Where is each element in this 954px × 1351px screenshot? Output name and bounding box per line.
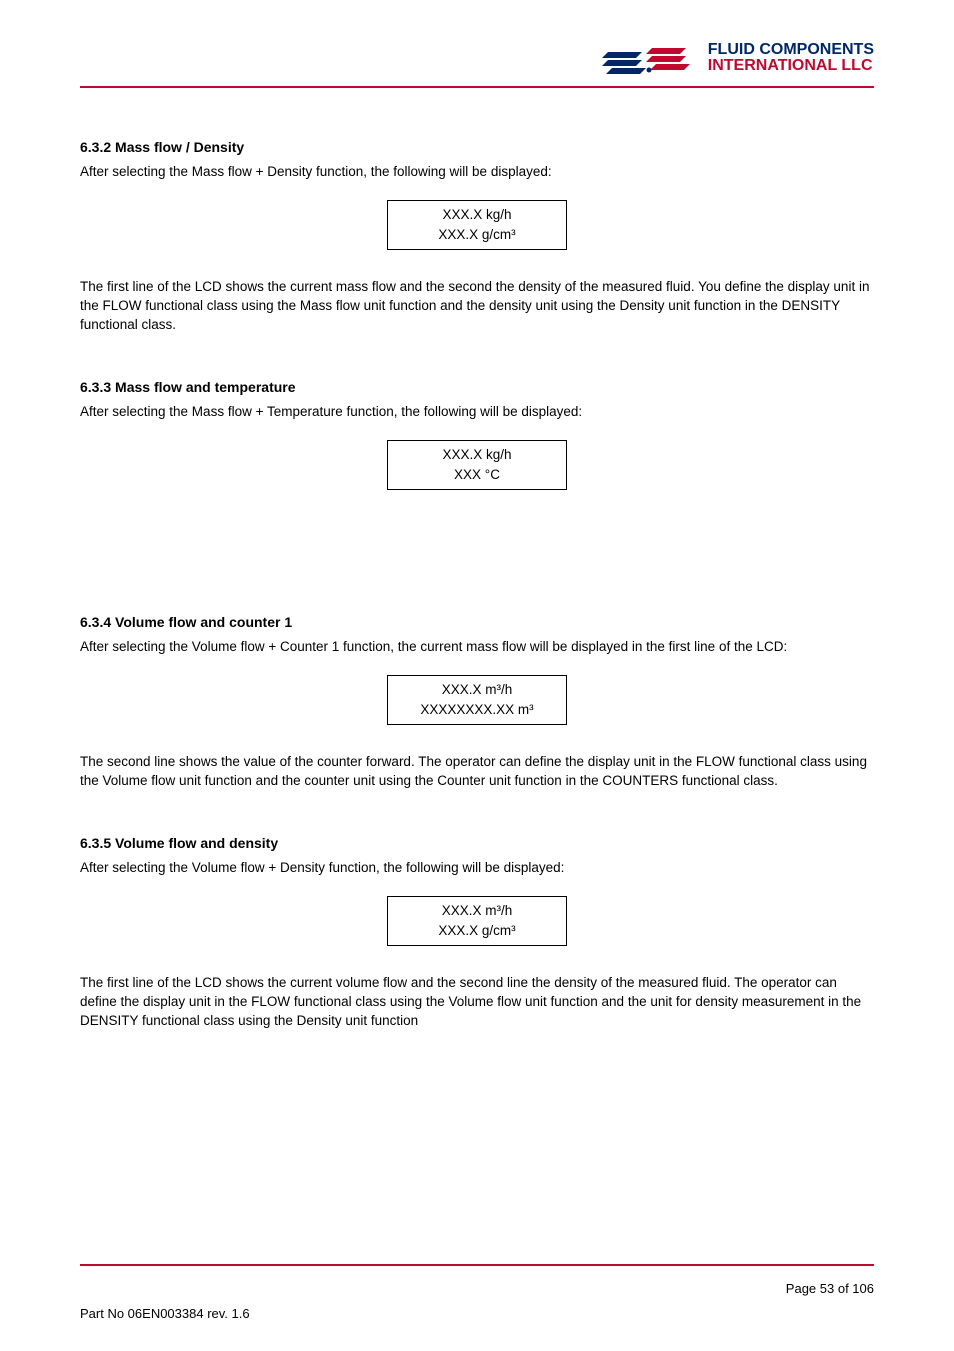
content: 6.3.2 Mass flow / Density After selectin…	[80, 138, 874, 1031]
section3-desc: The second line shows the value of the c…	[80, 753, 874, 791]
display-box-3: XXX.X m³/h XXXXXXXX.XX m³	[387, 675, 567, 725]
section1-desc: The first line of the LCD shows the curr…	[80, 278, 874, 335]
footer-divider	[80, 1264, 874, 1266]
section3-intro: After selecting the Volume flow + Counte…	[80, 638, 874, 657]
section4-desc: The first line of the LCD shows the curr…	[80, 974, 874, 1031]
section-heading-4: 6.3.5 Volume flow and density	[80, 834, 874, 853]
fci-logo-icon	[602, 40, 702, 76]
display-4-line2: XXX.X g/cm³	[388, 921, 566, 941]
section-heading-2: 6.3.3 Mass flow and temperature	[80, 378, 874, 397]
display-3-line1: XXX.X m³/h	[388, 680, 566, 700]
display-box-1: XXX.X kg/h XXX.X g/cm³	[387, 200, 567, 250]
section4-intro: After selecting the Volume flow + Densit…	[80, 859, 874, 878]
section-heading-3: 6.3.4 Volume flow and counter 1	[80, 613, 874, 632]
section-heading-1: 6.3.2 Mass flow / Density	[80, 138, 874, 157]
display-2-line1: XXX.X kg/h	[388, 445, 566, 465]
display-4-line1: XXX.X m³/h	[388, 901, 566, 921]
logo-line1: FLUID COMPONENTS	[708, 42, 874, 58]
display-1-line1: XXX.X kg/h	[388, 205, 566, 225]
display-box-4: XXX.X m³/h XXX.X g/cm³	[387, 896, 567, 946]
part-number: Part No 06EN003384 rev. 1.6	[80, 1306, 250, 1321]
display-2-line2: XXX °C	[388, 465, 566, 485]
header-divider	[80, 86, 874, 88]
page-number: Page 53 of 106	[786, 1281, 874, 1296]
section1-intro: After selecting the Mass flow + Density …	[80, 163, 874, 182]
logo: FLUID COMPONENTS INTERNATIONAL LLC	[602, 40, 874, 76]
display-box-2: XXX.X kg/h XXX °C	[387, 440, 567, 490]
logo-line2: INTERNATIONAL LLC	[708, 58, 874, 74]
header: FLUID COMPONENTS INTERNATIONAL LLC	[80, 40, 874, 76]
logo-text: FLUID COMPONENTS INTERNATIONAL LLC	[708, 42, 874, 74]
display-1-line2: XXX.X g/cm³	[388, 225, 566, 245]
display-3-line2: XXXXXXXX.XX m³	[388, 700, 566, 720]
section2-intro: After selecting the Mass flow + Temperat…	[80, 403, 874, 422]
